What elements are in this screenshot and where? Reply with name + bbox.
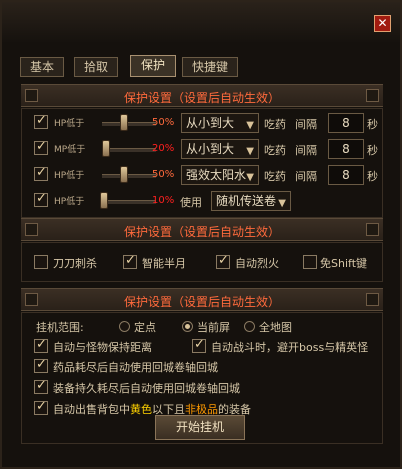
percent-value: 50% — [152, 169, 175, 180]
fire-checkbox[interactable] — [216, 253, 230, 269]
potion-out-checkbox[interactable] — [34, 357, 48, 373]
ornament-icon — [366, 223, 379, 236]
row-label: HP低于 — [54, 119, 85, 129]
eat-label: 吃药 — [264, 118, 286, 131]
unit-label: 秒 — [367, 144, 378, 157]
slider-thumb[interactable] — [102, 140, 110, 157]
interval-label: 间隔 — [295, 144, 317, 157]
percent-value: 50% — [152, 117, 175, 128]
noshift-checkbox[interactable] — [303, 255, 317, 269]
range-label: 挂机范围: — [36, 321, 84, 334]
halfmoon-checkbox[interactable] — [123, 253, 137, 269]
interval-input[interactable]: 8 — [328, 139, 364, 159]
title-bar — [2, 2, 400, 42]
order-select[interactable]: 从小到大 ▼ — [181, 113, 259, 133]
hp-slider[interactable] — [102, 122, 156, 126]
mp-checkbox[interactable] — [34, 139, 48, 155]
tab-basic[interactable]: 基本 — [20, 57, 64, 77]
close-icon[interactable]: ✕ — [374, 15, 391, 32]
chevron-down-icon: ▼ — [246, 146, 254, 157]
option-label: 自动烈火 — [235, 257, 279, 270]
row-label: HP低于 — [54, 171, 85, 181]
row-label: MP低于 — [54, 145, 86, 155]
option-label: 免Shift键 — [320, 257, 368, 270]
tab-protect[interactable]: 保护 — [130, 55, 176, 77]
section-title: 保护设置（设置后自动生效） — [123, 295, 280, 309]
row-label: HP低于 — [54, 197, 85, 207]
option-label: 药品耗尽后自动使用回城卷轴回城 — [53, 361, 218, 374]
slider-thumb[interactable] — [120, 114, 128, 131]
protect-panel-1: HP低于 50% 从小到大▼ 吃药 间隔 8 秒 MP低于 20% 从小到大▼ … — [21, 108, 383, 218]
ornament-icon — [366, 89, 379, 102]
interval-label: 间隔 — [295, 170, 317, 183]
avoid-boss-checkbox[interactable] — [192, 337, 206, 353]
chevron-down-icon: ▼ — [246, 172, 254, 183]
section-header-3: 保护设置（设置后自动生效） — [21, 288, 383, 311]
use-label: 使用 — [180, 196, 202, 209]
hp-checkbox[interactable] — [34, 191, 48, 207]
keep-distance-checkbox[interactable] — [34, 337, 48, 353]
option-label: 智能半月 — [142, 257, 186, 270]
durability-checkbox[interactable] — [34, 378, 48, 394]
eat-label: 吃药 — [264, 170, 286, 183]
section-title: 保护设置（设置后自动生效） — [123, 225, 280, 239]
range-screen-radio[interactable] — [182, 321, 193, 332]
range-option: 定点 — [134, 321, 156, 334]
tab-pickup[interactable]: 拾取 — [74, 57, 118, 77]
auto-sell-checkbox[interactable] — [34, 399, 48, 415]
unit-label: 秒 — [367, 118, 378, 131]
option-label: 装备持久耗尽后自动使用回城卷轴回城 — [53, 382, 240, 395]
interval-input[interactable]: 8 — [328, 113, 364, 133]
interval-label: 间隔 — [295, 118, 317, 131]
percent-value: 20% — [152, 143, 175, 154]
unit-label: 秒 — [367, 170, 378, 183]
protect-panel-2: 刀刀刺杀 智能半月 自动烈火 免Shift键 — [21, 242, 383, 282]
mp-slider[interactable] — [102, 148, 156, 152]
tab-hotkey[interactable]: 快捷键 — [182, 57, 238, 77]
chevron-down-icon: ▼ — [278, 198, 286, 209]
settings-window: ✕ 基本 拾取 保护 快捷键 保护设置（设置后自动生效） HP低于 50% 从小… — [0, 0, 402, 469]
interval-input[interactable]: 8 — [328, 165, 364, 185]
section-header-2: 保护设置（设置后自动生效） — [21, 218, 383, 241]
ornament-icon — [366, 293, 379, 306]
start-autoplay-button[interactable]: 开始挂机 — [155, 415, 245, 440]
hp-slider[interactable] — [102, 200, 156, 204]
slider-thumb[interactable] — [120, 166, 128, 183]
order-select[interactable]: 从小到大 ▼ — [181, 139, 259, 159]
range-map-radio[interactable] — [244, 321, 255, 332]
slider-thumb[interactable] — [100, 192, 108, 209]
section-title: 保护设置（设置后自动生效） — [123, 91, 280, 105]
chevron-down-icon: ▼ — [246, 120, 254, 131]
section-header-1: 保护设置（设置后自动生效） — [21, 84, 383, 107]
thrust-checkbox[interactable] — [34, 255, 48, 269]
range-option: 全地图 — [259, 321, 292, 334]
option-label: 自动战斗时，避开boss与精英怪 — [211, 341, 369, 354]
percent-value: 10% — [152, 195, 175, 206]
hp-checkbox[interactable] — [34, 165, 48, 181]
option-label: 刀刀刺杀 — [53, 257, 97, 270]
eat-label: 吃药 — [264, 144, 286, 157]
range-option: 当前屏 — [197, 321, 230, 334]
hp-slider[interactable] — [102, 174, 156, 178]
option-label: 自动与怪物保持距离 — [53, 341, 152, 354]
potion-select[interactable]: 强效太阳水 ▼ — [181, 165, 259, 185]
range-fixed-radio[interactable] — [119, 321, 130, 332]
hp-checkbox[interactable] — [34, 113, 48, 129]
scroll-select[interactable]: 随机传送卷 ▼ — [211, 191, 291, 211]
